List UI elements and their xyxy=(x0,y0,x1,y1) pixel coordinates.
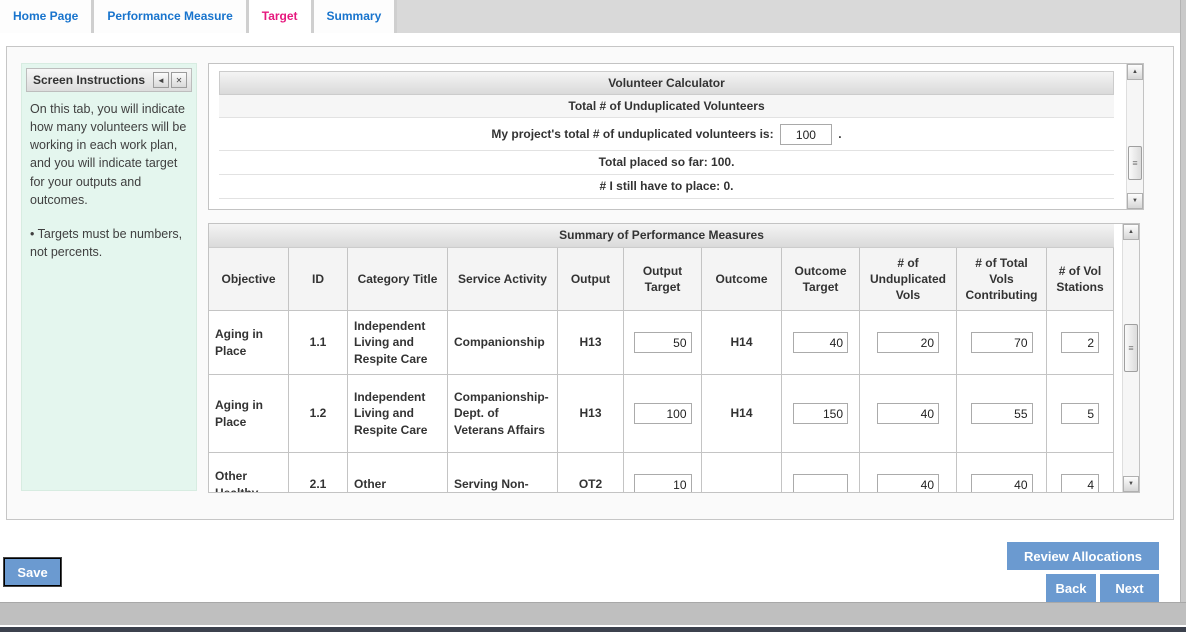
unduplicated-volunteers-heading: Total # of Unduplicated Volunteers xyxy=(219,95,1114,118)
scroll-down-button[interactable]: ▼ xyxy=(1127,193,1143,209)
volunteer-calculator-section: Volunteer Calculator Total # of Unduplic… xyxy=(208,63,1144,210)
cell-objective: Aging in Place xyxy=(209,375,289,453)
output-target-input[interactable] xyxy=(634,474,692,492)
vol-stations-input[interactable] xyxy=(1061,332,1099,353)
back-button[interactable]: Back xyxy=(1046,574,1096,602)
cell-outcome: H14 xyxy=(702,375,782,453)
col-output: Output xyxy=(558,248,624,311)
scroll-up-icon: ▲ xyxy=(1128,229,1134,235)
cell-output: H13 xyxy=(558,375,624,453)
still-to-place-text: # I still have to place: 0. xyxy=(219,175,1114,199)
unduplicated-vols-input[interactable] xyxy=(877,474,939,492)
tab-home-page[interactable]: Home Page xyxy=(0,0,94,33)
col-service-activity: Service Activity xyxy=(448,248,558,311)
col-vol-stations: # of Vol Stations xyxy=(1047,248,1114,311)
unduplicated-vols-input[interactable] xyxy=(877,332,939,353)
scroll-up-button[interactable]: ▲ xyxy=(1123,224,1139,240)
output-target-input[interactable] xyxy=(634,403,692,424)
cell-id: 1.1 xyxy=(289,311,348,375)
screen-instructions-panel: Screen Instructions ◄ ✕ On this tab, you… xyxy=(21,63,197,491)
cell-category: Independent Living and Respite Care xyxy=(348,311,448,375)
tab-performance-measure[interactable]: Performance Measure xyxy=(94,0,248,33)
cell-id: 1.2 xyxy=(289,375,348,453)
cell-category: Independent Living and Respite Care xyxy=(348,375,448,453)
col-unduplicated-vols: # of Unduplicated Vols xyxy=(860,248,957,311)
outcome-target-input[interactable] xyxy=(793,474,848,492)
performance-measures-section: Summary of Performance Measures Objectiv… xyxy=(208,223,1140,493)
scroll-up-button[interactable]: ▲ xyxy=(1127,64,1143,80)
cell-objective: Other Healthy xyxy=(209,453,289,492)
instructions-bullet: • Targets must be numbers, not percents. xyxy=(30,225,190,261)
cell-output: H13 xyxy=(558,311,624,375)
screen-instructions-text: On this tab, you will indicate how many … xyxy=(30,100,190,277)
col-category-title: Category Title xyxy=(348,248,448,311)
unduplicated-volunteers-label: My project's total # of unduplicated vol… xyxy=(491,127,773,141)
col-output-target: Output Target xyxy=(624,248,702,311)
col-objective: Objective xyxy=(209,248,289,311)
window-edge-strip xyxy=(1180,0,1186,602)
col-total-vols-contributing: # of Total Vols Contributing xyxy=(957,248,1047,311)
table-row: Aging in Place 1.2 Independent Living an… xyxy=(209,375,1114,453)
table-header-row: Objective ID Category Title Service Acti… xyxy=(209,248,1114,311)
screen-instructions-header: Screen Instructions ◄ ✕ xyxy=(26,68,192,92)
grip-icon: ≡ xyxy=(1132,158,1137,168)
screen-instructions-title: Screen Instructions xyxy=(33,73,151,87)
cell-category: Other xyxy=(348,453,448,492)
cell-id: 2.1 xyxy=(289,453,348,492)
unduplicated-vols-input[interactable] xyxy=(877,403,939,424)
collapse-panel-button[interactable]: ◄ xyxy=(153,72,169,88)
save-button[interactable]: Save xyxy=(4,558,61,586)
outcome-target-input[interactable] xyxy=(793,403,848,424)
chevron-left-icon: ◄ xyxy=(157,76,165,85)
cell-objective: Aging in Place xyxy=(209,311,289,375)
status-bar xyxy=(0,602,1186,625)
scroll-down-icon: ▼ xyxy=(1132,198,1138,204)
calculator-scrollbar[interactable]: ▲ ≡ ▼ xyxy=(1126,64,1143,209)
table-row: Other Healthy 2.1 Other Serving Non- OT2 xyxy=(209,453,1114,492)
col-id: ID xyxy=(289,248,348,311)
cell-activity: Serving Non- xyxy=(448,453,558,492)
vol-stations-input[interactable] xyxy=(1061,474,1099,492)
output-target-input[interactable] xyxy=(634,332,692,353)
scroll-down-icon: ▼ xyxy=(1128,481,1134,487)
cell-activity: Companionship-Dept. of Veterans Affairs xyxy=(448,375,558,453)
review-allocations-button[interactable]: Review Allocations xyxy=(1007,542,1159,570)
tab-summary[interactable]: Summary xyxy=(314,0,398,33)
cell-output: OT2 xyxy=(558,453,624,492)
total-vols-input[interactable] xyxy=(971,332,1033,353)
unduplicated-volunteers-row: My project's total # of unduplicated vol… xyxy=(219,118,1114,151)
col-outcome-target: Outcome Target xyxy=(782,248,860,311)
unduplicated-volunteers-suffix: . xyxy=(838,127,841,141)
performance-measures-table: Summary of Performance Measures Objectiv… xyxy=(209,224,1114,492)
cell-outcome: H14 xyxy=(702,311,782,375)
cell-activity: Companionship xyxy=(448,311,558,375)
bottom-border-bar xyxy=(0,627,1186,632)
total-vols-input[interactable] xyxy=(971,474,1033,492)
total-vols-input[interactable] xyxy=(971,403,1033,424)
performance-measures-title: Summary of Performance Measures xyxy=(209,224,1114,248)
scroll-down-button[interactable]: ▼ xyxy=(1123,476,1139,492)
tab-bar: Home Page Performance Measure Target Sum… xyxy=(0,0,1180,33)
scrollbar-thumb[interactable]: ≡ xyxy=(1128,146,1142,180)
main-content-panel: Screen Instructions ◄ ✕ On this tab, you… xyxy=(6,46,1174,520)
cell-outcome xyxy=(702,453,782,492)
table-row: Aging in Place 1.1 Independent Living an… xyxy=(209,311,1114,375)
instructions-paragraph: On this tab, you will indicate how many … xyxy=(30,100,190,209)
scroll-up-icon: ▲ xyxy=(1132,69,1138,75)
scrollbar-thumb[interactable]: ≡ xyxy=(1124,324,1138,372)
close-icon: ✕ xyxy=(176,76,183,85)
close-panel-button[interactable]: ✕ xyxy=(171,72,187,88)
tab-target[interactable]: Target xyxy=(249,0,314,33)
grip-icon: ≡ xyxy=(1128,343,1133,353)
unduplicated-volunteers-input[interactable] xyxy=(780,124,832,145)
table-scrollbar[interactable]: ▲ ≡ ▼ xyxy=(1122,224,1139,492)
outcome-target-input[interactable] xyxy=(793,332,848,353)
volunteer-calculator-title: Volunteer Calculator xyxy=(219,71,1114,95)
col-outcome: Outcome xyxy=(702,248,782,311)
total-placed-text: Total placed so far: 100. xyxy=(219,151,1114,175)
vol-stations-input[interactable] xyxy=(1061,403,1099,424)
next-button[interactable]: Next xyxy=(1100,574,1159,602)
